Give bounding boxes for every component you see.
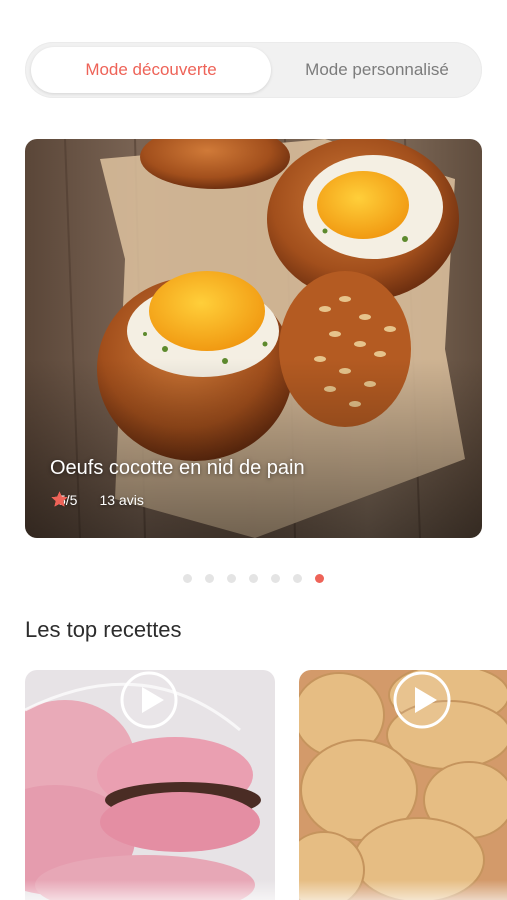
- featured-recipe-meta: 5/5 13 avis: [50, 490, 144, 510]
- play-icon[interactable]: [392, 670, 452, 730]
- play-icon[interactable]: [119, 670, 179, 730]
- carousel-dot[interactable]: [293, 574, 302, 583]
- carousel-dot[interactable]: [249, 574, 258, 583]
- carousel-dot[interactable]: [227, 574, 236, 583]
- mode-decouverte-tab[interactable]: Mode découverte: [31, 47, 271, 93]
- mode-switch: Mode découverte Mode personnalisé: [25, 42, 482, 98]
- bottom-fade: [0, 880, 507, 900]
- top-recipes-title: Les top recettes: [25, 617, 182, 642]
- carousel-pagination: [183, 574, 324, 583]
- star-icon: [51, 491, 68, 507]
- mode-personnalise-tab[interactable]: Mode personnalisé: [277, 47, 477, 93]
- featured-recipe-title: Oeufs cocotte en nid de pain: [50, 457, 305, 479]
- carousel-dot[interactable]: [271, 574, 280, 583]
- carousel-dot[interactable]: [205, 574, 214, 583]
- featured-recipe-card[interactable]: Oeufs cocotte en nid de pain 5/5 13 avis: [25, 139, 482, 538]
- reviews-count: 13 avis: [99, 492, 144, 508]
- carousel-dot[interactable]: [183, 574, 192, 583]
- top-recipe-card-cookies[interactable]: [299, 670, 507, 900]
- top-recipe-card-macarons[interactable]: [25, 670, 275, 900]
- carousel-dot[interactable]: [315, 574, 324, 583]
